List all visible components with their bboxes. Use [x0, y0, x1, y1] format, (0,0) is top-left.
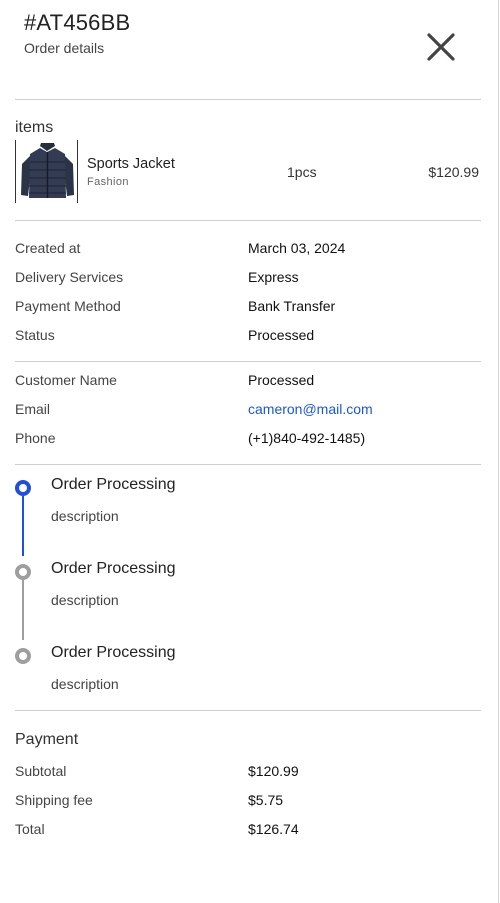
- timeline-step-title: Order Processing: [51, 644, 176, 661]
- timeline-step-description: description: [51, 676, 119, 692]
- total-label: Total: [15, 821, 45, 837]
- email-link[interactable]: cameron@mail.com: [248, 401, 373, 417]
- email-label: Email: [15, 401, 51, 417]
- shipping-fee-value: $5.75: [248, 792, 284, 808]
- subtotal-value: $120.99: [248, 763, 299, 779]
- timeline-step-title: Order Processing: [51, 476, 176, 493]
- divider: [15, 99, 481, 100]
- timeline-step-description: description: [51, 592, 119, 608]
- items-section-title: items: [15, 119, 54, 136]
- status-value: Processed: [248, 327, 315, 343]
- item-quantity: 1pcs: [287, 164, 317, 180]
- payment-method-label: Payment Method: [15, 298, 121, 314]
- divider: [15, 361, 481, 362]
- payment-section-title: Payment: [15, 731, 79, 748]
- timeline-step-title: Order Processing: [51, 560, 176, 577]
- timeline-active-dot-icon: [15, 480, 31, 496]
- divider: [15, 220, 481, 221]
- jacket-image: [16, 140, 77, 203]
- phone-value: (+1)840-492-1485): [248, 430, 366, 446]
- timeline-connector: [22, 496, 24, 556]
- status-label: Status: [15, 327, 55, 343]
- delivery-services-value: Express: [248, 269, 299, 285]
- customer-name-label: Customer Name: [15, 372, 117, 388]
- delivery-services-label: Delivery Services: [15, 269, 124, 285]
- timeline-connector: [22, 580, 24, 640]
- shipping-fee-label: Shipping fee: [15, 792, 93, 808]
- close-button[interactable]: [424, 30, 458, 64]
- item-category: Fashion: [87, 176, 129, 188]
- item-thumbnail: [15, 140, 78, 203]
- item-name: Sports Jacket: [87, 156, 175, 172]
- created-at-label: Created at: [15, 240, 81, 256]
- divider: [15, 710, 481, 711]
- payment-method-value: Bank Transfer: [248, 298, 336, 314]
- phone-label: Phone: [15, 430, 56, 446]
- timeline-step-description: description: [51, 508, 119, 524]
- created-at-value: March 03, 2024: [248, 240, 346, 256]
- timeline-pending-dot-icon: [15, 648, 31, 664]
- divider: [15, 464, 481, 465]
- order-details-subtitle: Order details: [24, 40, 105, 56]
- timeline-pending-dot-icon: [15, 564, 31, 580]
- order-id-title: #AT456BB: [24, 10, 131, 35]
- order-details-panel: #AT456BB Order details items Sports Jack…: [0, 0, 499, 903]
- total-value: $126.74: [248, 821, 299, 837]
- customer-name-value: Processed: [248, 372, 315, 388]
- close-icon: [427, 33, 455, 61]
- item-price: $120.99: [428, 164, 479, 180]
- subtotal-label: Subtotal: [15, 763, 67, 779]
